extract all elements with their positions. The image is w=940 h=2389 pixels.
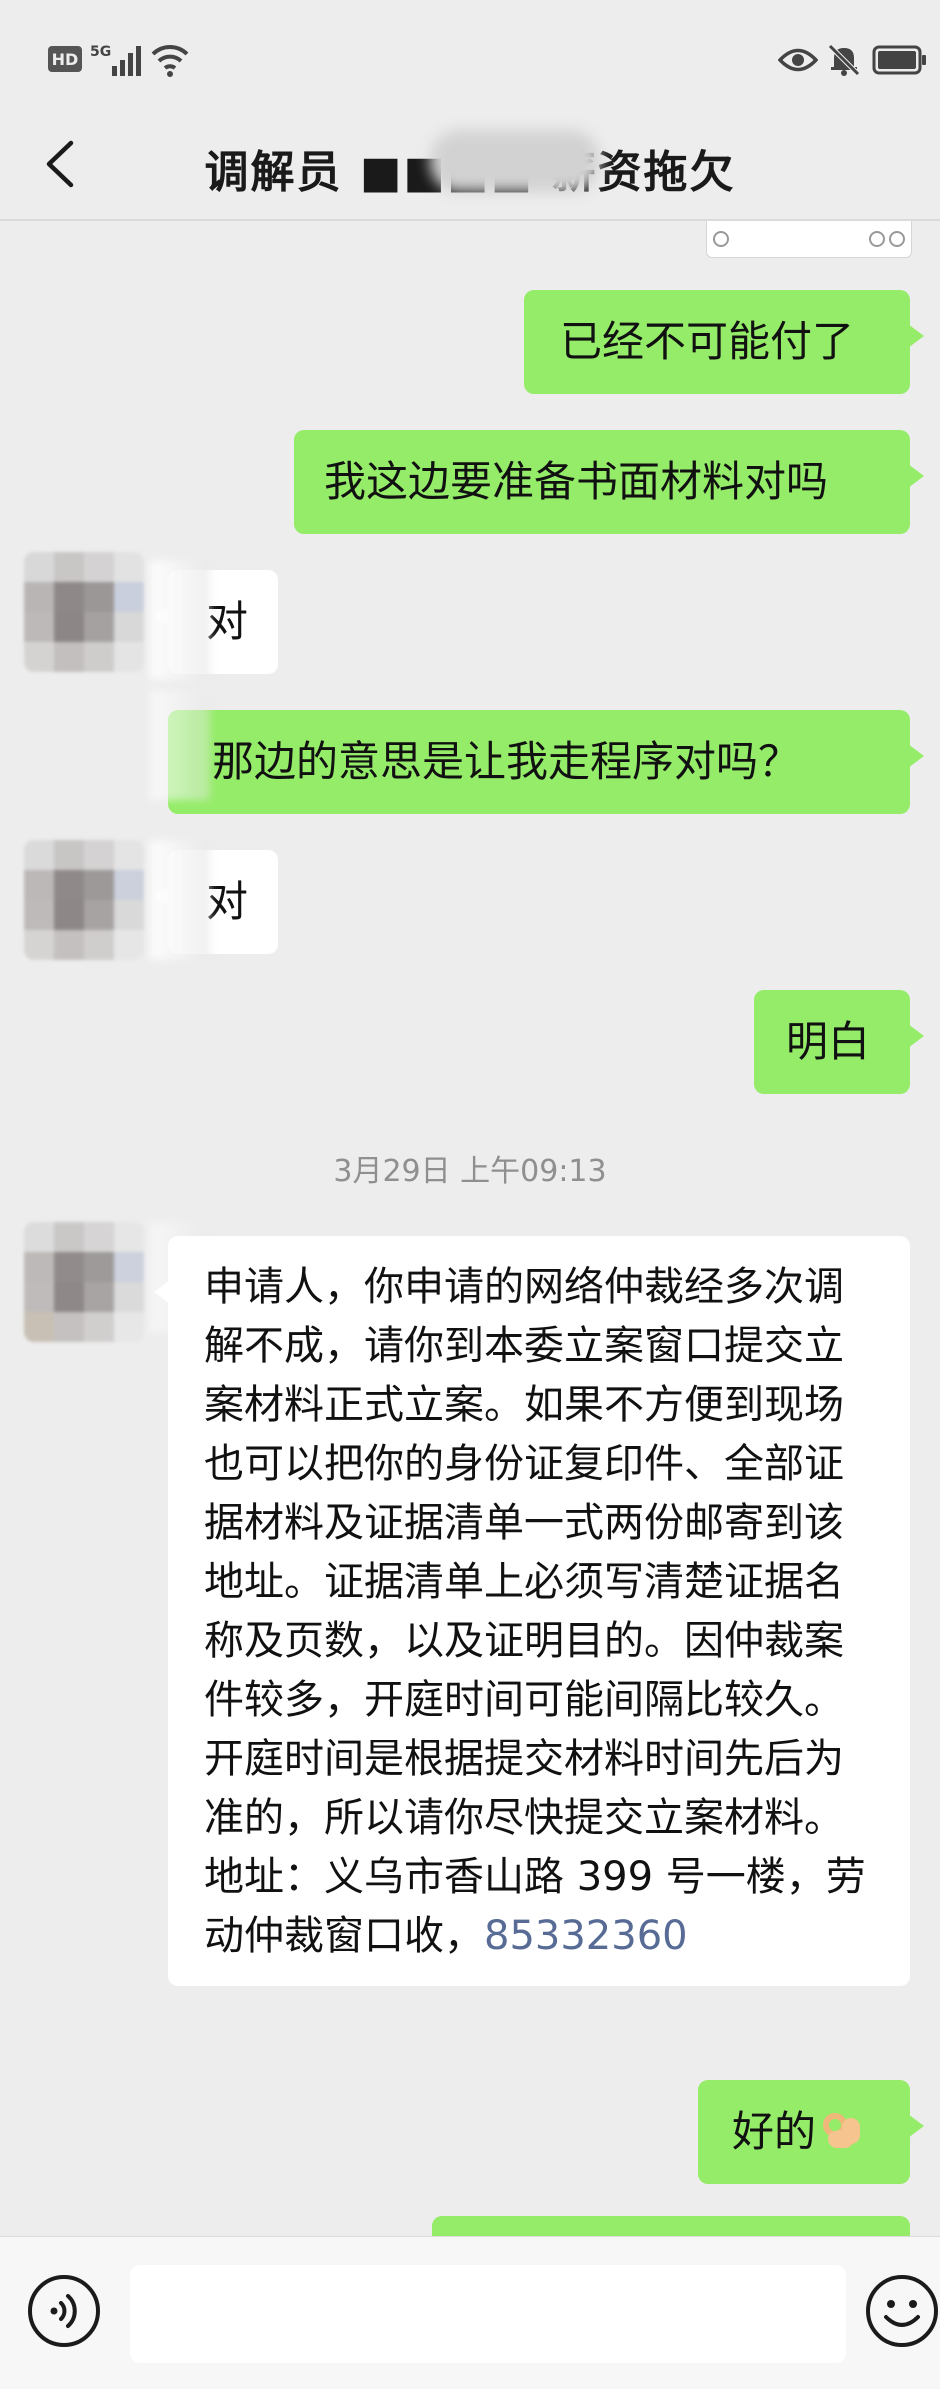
message-text: 对 bbox=[206, 877, 249, 926]
message-bubble-incoming-long[interactable]: 申请人，你申请的网络仲裁经多次调解不成，请你到本委立案窗口提交立案材料正式立案。… bbox=[154, 1236, 910, 1986]
ok-hand-emoji bbox=[820, 2108, 864, 2168]
message-bubble-outgoing[interactable]: 明白 bbox=[754, 990, 924, 1094]
avatar[interactable] bbox=[24, 840, 144, 960]
image-control-icon bbox=[869, 231, 885, 247]
redaction-blur bbox=[430, 130, 600, 192]
image-message-partial[interactable] bbox=[706, 221, 912, 258]
voice-input-icon[interactable] bbox=[26, 2273, 102, 2349]
message-bubble-outgoing-partial[interactable] bbox=[432, 2216, 910, 2236]
phone-number-link[interactable]: 85332360 bbox=[484, 1913, 688, 1959]
message-text: 那边的意思是让我走程序对吗？ bbox=[212, 737, 801, 786]
message-text: 我这边要准备书面材料对吗 bbox=[324, 457, 829, 506]
avatar[interactable] bbox=[24, 1222, 144, 1342]
message-text: 已经不可能付了 bbox=[560, 317, 855, 366]
message-input[interactable] bbox=[130, 2265, 846, 2363]
redaction-blur bbox=[150, 690, 210, 800]
5g-signal-icon: 5G bbox=[90, 38, 142, 82]
image-control-icon bbox=[889, 231, 905, 247]
message-text: 明白 bbox=[786, 1017, 871, 1066]
mute-bell-icon bbox=[826, 38, 862, 82]
emoji-smiley-icon[interactable] bbox=[864, 2273, 940, 2349]
redaction-blur bbox=[150, 560, 210, 680]
message-text: 好的 bbox=[732, 2107, 817, 2156]
network-label: 5G bbox=[90, 44, 111, 60]
eye-icon bbox=[778, 38, 818, 82]
message-bubble-outgoing[interactable]: 那边的意思是让我走程序对吗？ bbox=[168, 710, 924, 814]
hd-badge: HD bbox=[48, 46, 82, 72]
message-bubble-outgoing[interactable]: 已经不可能付了 bbox=[524, 290, 924, 394]
battery-icon bbox=[872, 38, 928, 82]
redaction-blur bbox=[150, 840, 210, 960]
message-timestamp: 3月29日 上午09:13 bbox=[333, 1154, 607, 1189]
avatar[interactable] bbox=[24, 552, 144, 672]
input-bar bbox=[0, 2236, 940, 2389]
message-text: 对 bbox=[206, 597, 249, 646]
wifi-icon bbox=[150, 38, 190, 82]
image-control-icon bbox=[713, 231, 729, 247]
message-bubble-outgoing[interactable]: 好的 bbox=[698, 2080, 924, 2184]
message-text: 申请人，你申请的网络仲裁经多次调解不成，请你到本委立案窗口提交立案材料正式立案。… bbox=[204, 1264, 866, 1959]
message-bubble-outgoing[interactable]: 我这边要准备书面材料对吗 bbox=[294, 430, 924, 534]
status-bar: HD 5G bbox=[0, 0, 940, 120]
chat-header: 调解员 ■■■■ 薪资拖欠 bbox=[0, 110, 940, 220]
